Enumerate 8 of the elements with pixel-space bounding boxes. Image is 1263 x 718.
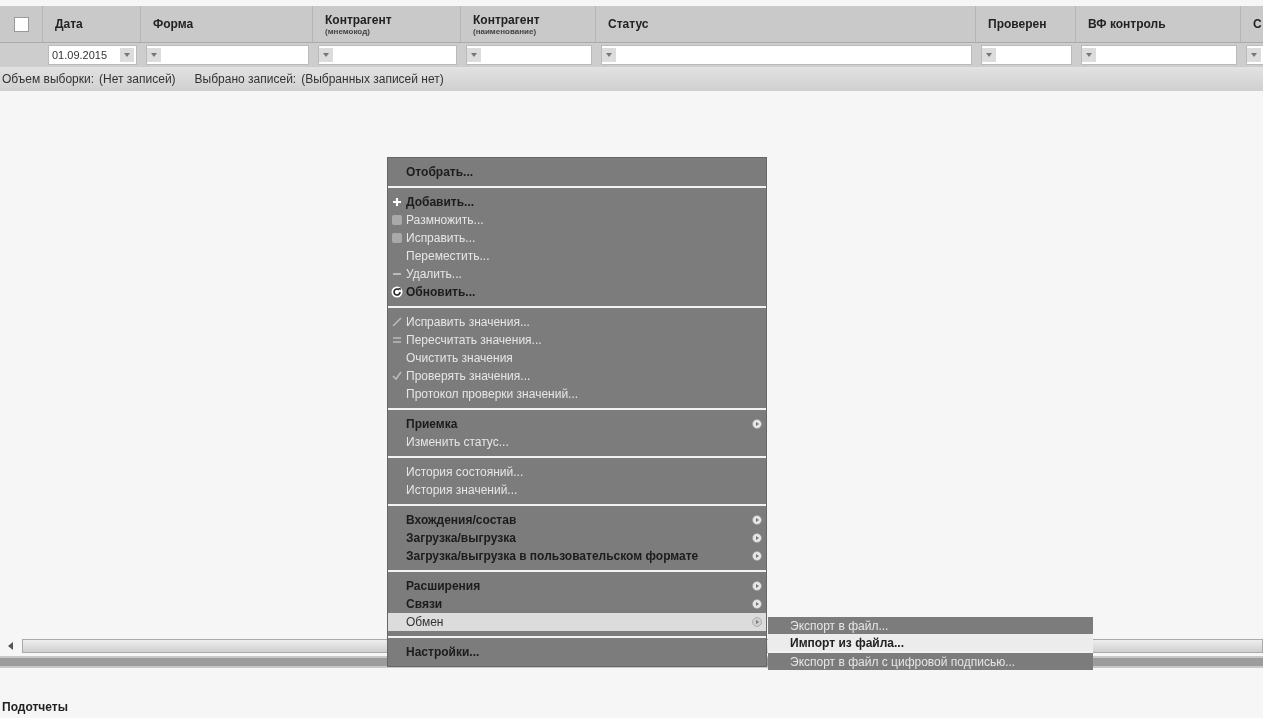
column-subheader: (мнемокод) <box>325 26 370 36</box>
status-value: (Нет записей) <box>99 72 176 86</box>
section-title: Подотчеты <box>1 700 68 716</box>
status-value: (Выбранных записей нет) <box>301 72 444 86</box>
column-subheader: (наименование) <box>473 26 537 36</box>
status-label: Объем выборки: <box>2 72 95 86</box>
status-label: Выбрано записей: <box>194 72 297 86</box>
filter-value: 01.09.2015 <box>51 49 108 61</box>
